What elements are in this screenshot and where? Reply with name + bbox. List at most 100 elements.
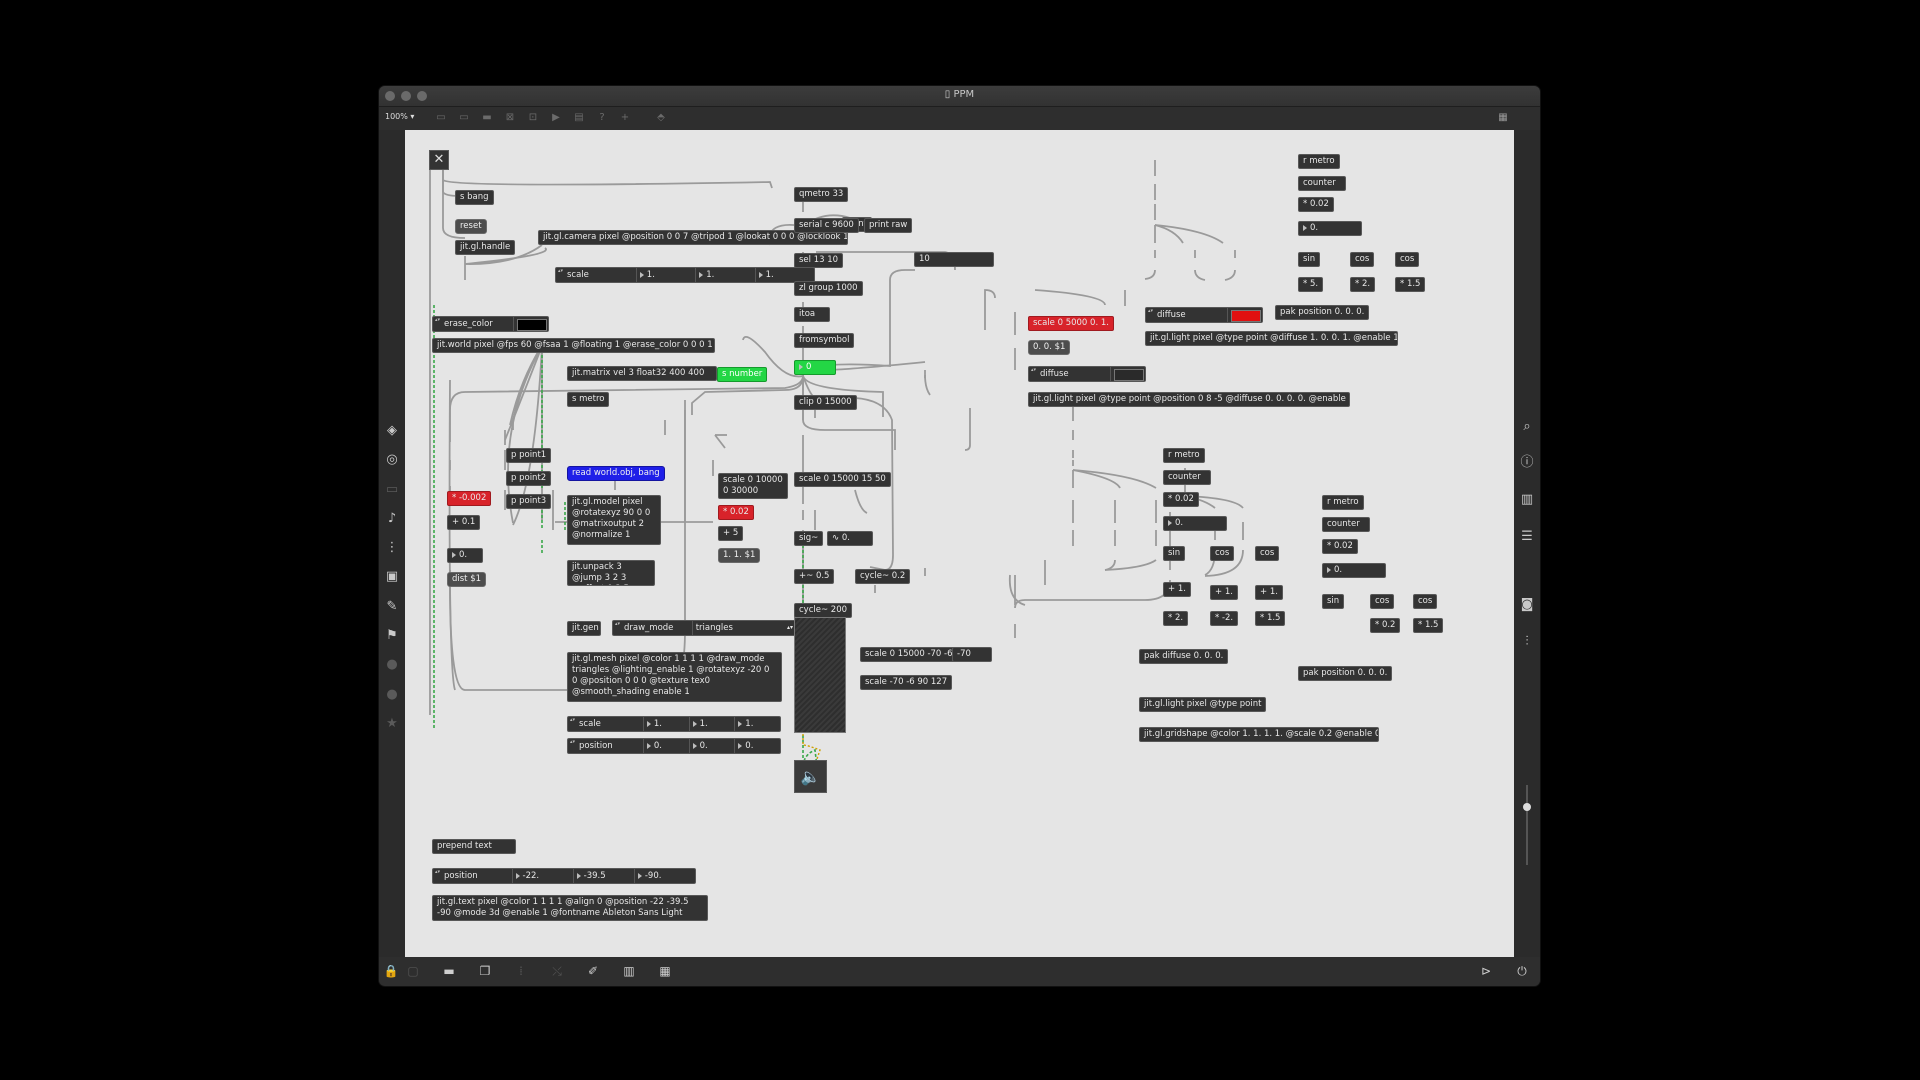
fromsymbol-object[interactable]: fromsymbol: [794, 333, 855, 348]
multiply-neg2-object[interactable]: * -2.: [1210, 611, 1239, 626]
edit-mode-icon[interactable]: ▢: [405, 963, 421, 979]
jit-gl-handle-object[interactable]: jit.gl.handle: [455, 240, 516, 255]
add-1-object-c[interactable]: + 1.: [1255, 585, 1283, 600]
cycle-02-object[interactable]: cycle~ 0.2: [855, 569, 911, 584]
music-note-icon[interactable]: ♪: [383, 510, 401, 528]
zoom-slider[interactable]: [1522, 785, 1532, 865]
grid-snap-icon[interactable]: ⁞: [513, 963, 529, 979]
list-icon[interactable]: ☰: [1518, 528, 1536, 546]
sel-object[interactable]: sel 13 10: [794, 253, 844, 268]
jit-gl-model-object[interactable]: jit.gl.model pixel @rotatexyz 90 0 0 @ma…: [567, 495, 661, 545]
pak-position-object-1[interactable]: pak position 0. 0. 0.: [1275, 305, 1370, 320]
info-icon[interactable]: ⓘ: [1518, 454, 1536, 472]
mesh-scale-x[interactable]: 1.: [642, 717, 689, 731]
add-object[interactable]: + 0.1: [447, 515, 481, 530]
sin-object-1[interactable]: sin: [1298, 252, 1321, 267]
debug-icon[interactable]: ▦: [657, 963, 673, 979]
jit-gl-light-diffuse-object[interactable]: jit.gl.light pixel @type point @diffuse …: [1145, 331, 1398, 346]
mixer-icon[interactable]: ⫶: [1518, 633, 1536, 651]
counter-object-1[interactable]: counter: [1298, 176, 1346, 191]
scale-attrui[interactable]: scale 1. 1. 1.: [555, 267, 815, 283]
clip-object[interactable]: clip 0 15000: [794, 395, 857, 410]
add-icon[interactable]: +: [619, 112, 631, 124]
erase-color-swatch[interactable]: [513, 317, 548, 331]
add-5-object[interactable]: + 5: [718, 526, 744, 541]
button-icon[interactable]: ⊠: [504, 112, 516, 124]
diffuse-value-message[interactable]: 0. 0. $1: [1028, 340, 1071, 355]
lock-icon[interactable]: 🔒: [383, 963, 399, 979]
s-number-object[interactable]: s number: [717, 367, 768, 382]
text-position-z[interactable]: -90.: [633, 869, 695, 883]
media-icon[interactable]: ▭: [383, 481, 401, 499]
jit-gl-gridshape-object[interactable]: jit.gl.gridshape @color 1. 1. 1. 1. @sca…: [1139, 727, 1379, 742]
power-icon[interactable]: ⏻: [1514, 963, 1530, 979]
multiply-002-object-1[interactable]: * 0.02: [1298, 197, 1334, 212]
cos-object-1b[interactable]: cos: [1395, 252, 1420, 267]
number-box-3[interactable]: 0.: [1322, 563, 1386, 578]
help-icon[interactable]: ?: [596, 112, 608, 124]
world-toggle[interactable]: ✕: [429, 150, 449, 170]
plugin-icon[interactable]: ⚑: [383, 627, 401, 645]
speaker-icon[interactable]: 🔈: [794, 760, 827, 793]
s-bang-object[interactable]: s bang: [455, 190, 494, 205]
counter-object-3[interactable]: counter: [1322, 517, 1370, 532]
image-icon[interactable]: ▣: [383, 568, 401, 586]
float-number-box[interactable]: 0.: [447, 548, 483, 563]
integer-number-box[interactable]: 10: [914, 252, 994, 267]
mesh-position-attrui[interactable]: position 0. 0. 0.: [567, 738, 781, 754]
multiply-02-object[interactable]: * 0.2: [1370, 618, 1401, 633]
scale-z-value[interactable]: 1.: [754, 268, 814, 282]
draw-mode-menu[interactable]: triangles ▴▾: [691, 621, 796, 635]
jit-gl-text-object[interactable]: jit.gl.text pixel @color 1 1 1 1 @align …: [432, 895, 708, 921]
multiply-002-red-object[interactable]: * 0.02: [718, 505, 754, 520]
cos-object-1a[interactable]: cos: [1350, 252, 1375, 267]
sig-object[interactable]: sig~: [794, 531, 824, 546]
new-object-icon[interactable]: ▭: [435, 112, 447, 124]
dist-message[interactable]: dist $1: [447, 572, 487, 587]
mesh-position-z[interactable]: 0.: [734, 739, 780, 753]
reset-message[interactable]: reset: [455, 219, 487, 234]
scale-red-object[interactable]: scale 0 5000 0. 1.: [1028, 316, 1114, 331]
print-raw-object[interactable]: print raw: [864, 218, 913, 233]
itoa-object[interactable]: itoa: [794, 307, 830, 322]
r-metro-object-1[interactable]: r metro: [1298, 154, 1340, 169]
sin-object-3[interactable]: sin: [1322, 594, 1345, 609]
msg-111-message[interactable]: 1. 1. $1: [718, 548, 761, 563]
sequence-icon[interactable]: ⋮: [383, 539, 401, 557]
qmetro-object[interactable]: qmetro 33: [794, 187, 849, 202]
scope-display[interactable]: [794, 617, 846, 733]
scale-y-value[interactable]: 1.: [695, 268, 754, 282]
scale-x-value[interactable]: 1.: [635, 268, 695, 282]
new-message-icon[interactable]: ▭: [458, 112, 470, 124]
jit-world-object[interactable]: jit.world pixel @fps 60 @fsaa 1 @floatin…: [432, 338, 715, 353]
play-icon[interactable]: ⊳: [1478, 963, 1494, 979]
comment-icon[interactable]: ▬: [481, 112, 493, 124]
text-position-y[interactable]: -39.5: [572, 869, 634, 883]
pak-diffuse-object[interactable]: pak diffuse 0. 0. 0.: [1139, 649, 1229, 664]
number-box-1[interactable]: 0.: [1298, 221, 1362, 236]
star-icon[interactable]: ★: [383, 715, 401, 733]
multiply-15-object-1[interactable]: * 1.5: [1395, 277, 1426, 292]
multiply-2-object[interactable]: * 2.: [1350, 277, 1376, 292]
paperclip-icon[interactable]: ✎: [383, 598, 401, 616]
p-point1-object[interactable]: p point1: [506, 448, 552, 463]
jit-gl-light-position-object[interactable]: jit.gl.light pixel @type point @position…: [1028, 392, 1350, 407]
add-1-object-a[interactable]: + 1.: [1163, 582, 1191, 597]
serial-object[interactable]: serial c 9600: [794, 218, 859, 233]
number-icon[interactable]: ▶: [550, 112, 562, 124]
neg70-number-box[interactable]: -70: [952, 647, 992, 662]
cycle-200-object[interactable]: cycle~ 200: [794, 603, 853, 618]
jit-gl-mesh-object[interactable]: jit.gl.mesh pixel @color 1 1 1 1 @draw_m…: [567, 652, 782, 702]
diffuse-dark-swatch[interactable]: [1110, 367, 1145, 381]
multiply-15-object-3[interactable]: * 1.5: [1413, 618, 1444, 633]
windows-icon[interactable]: ❐: [477, 963, 493, 979]
scale-15000-object[interactable]: scale 0 15000 15 50: [794, 472, 891, 487]
mesh-scale-attrui[interactable]: scale 1. 1. 1.: [567, 716, 781, 732]
p-point2-object[interactable]: p point2: [506, 471, 552, 486]
r-metro-object-3[interactable]: r metro: [1322, 495, 1364, 510]
sin-object-2[interactable]: sin: [1163, 546, 1186, 561]
jit-matrix-object[interactable]: jit.matrix vel 3 float32 400 400: [567, 366, 717, 381]
packages-icon[interactable]: ◈: [383, 422, 401, 440]
cos-object-2b[interactable]: cos: [1255, 546, 1280, 561]
zoom-menu[interactable]: 100% ▾: [385, 112, 414, 121]
